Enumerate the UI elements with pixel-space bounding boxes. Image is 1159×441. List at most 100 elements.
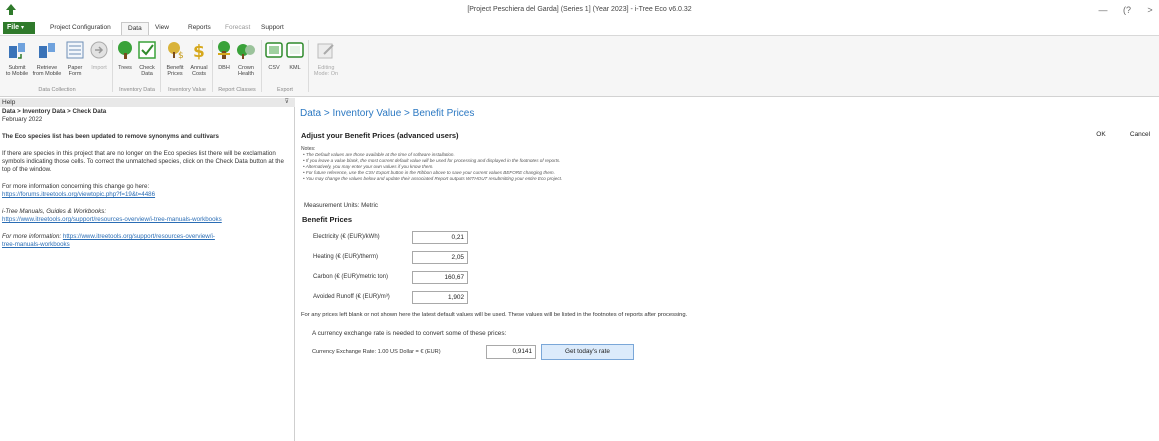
- paper-form-icon: [66, 41, 84, 59]
- benefit-prices-icon: $: [168, 42, 184, 61]
- help-path: Data > Inventory Data > Check Data: [2, 108, 107, 115]
- help-pane: Help ⊽ Data > Inventory Data > Check Dat…: [0, 98, 295, 441]
- carbon-label: Carbon (€ (EUR)/metric ton): [313, 274, 389, 280]
- check-icon: [138, 41, 156, 59]
- help-date: February 2022: [2, 116, 43, 123]
- cancel-button[interactable]: Cancel: [1123, 128, 1157, 141]
- more-info-row: For more information: https://www.itreet…: [2, 233, 292, 241]
- dbh-button[interactable]: DBH: [214, 40, 234, 71]
- editing-icon: [317, 43, 334, 59]
- electricity-label: Electricity (€ (EUR)/kWh): [313, 234, 380, 240]
- tab-reports[interactable]: Reports: [182, 22, 217, 35]
- csv-button[interactable]: CSV: [264, 40, 284, 71]
- ribbon-expand-icon[interactable]: >: [1143, 5, 1157, 15]
- tab-support[interactable]: Support: [255, 22, 290, 35]
- dbh-icon: [218, 41, 230, 59]
- tab-data[interactable]: Data: [121, 22, 149, 36]
- default-values-note: For any prices left blank or not shown h…: [301, 312, 688, 318]
- help-header: Help ⊽: [0, 98, 295, 107]
- benefit-prices-panel: Data > Inventory Value > Benefit Prices …: [298, 98, 1159, 441]
- ribbon-label: from Mobile: [32, 71, 62, 77]
- kml-button[interactable]: KML: [285, 40, 305, 71]
- benefit-prices-button[interactable]: $ Benefit Prices: [163, 40, 187, 78]
- ribbon-label: KML: [289, 64, 301, 71]
- forum-link[interactable]: https://forums.itreetools.org/viewtopic.…: [2, 191, 292, 199]
- pin-icon[interactable]: ⊽: [285, 98, 289, 107]
- csv-icon: [265, 42, 283, 58]
- ribbon-divider: [261, 40, 262, 92]
- more-info-link[interactable]: https://www.itreetools.org/support/resou…: [63, 233, 215, 240]
- heating-label: Heating (€ (EUR)/therm): [313, 254, 379, 260]
- download-icon: [39, 43, 55, 58]
- kml-icon: [286, 42, 304, 58]
- carbon-price-input[interactable]: 160,67: [412, 271, 468, 284]
- ribbon-divider: [308, 40, 309, 92]
- heating-price-input[interactable]: 2,05: [412, 251, 468, 264]
- ribbon-divider: [212, 40, 213, 92]
- crown-health-button[interactable]: Crown Health: [235, 40, 257, 78]
- electricity-price-input[interactable]: 0,21: [412, 231, 468, 244]
- help-icon[interactable]: (?: [1120, 5, 1134, 15]
- svg-text:$: $: [193, 42, 205, 60]
- notes-list: • The Default values are those available…: [303, 152, 562, 182]
- ribbon-label: Mode: On: [313, 71, 339, 77]
- group-label: Inventory Data: [119, 87, 155, 93]
- tab-view[interactable]: View: [149, 22, 175, 35]
- ribbon-label: Form: [68, 71, 82, 77]
- check-data-button[interactable]: Check Data: [136, 40, 158, 78]
- breadcrumb: Data > Inventory Value > Benefit Prices: [300, 108, 475, 119]
- ribbon-label: Import: [91, 64, 107, 71]
- exchange-rate-label: Currency Exchange Rate: 1.00 US Dollar =…: [312, 349, 441, 355]
- editing-mode-button[interactable]: Editing Mode: On: [311, 40, 341, 78]
- help-heading: The Eco species list has been updated to…: [2, 133, 219, 140]
- file-menu-label: File: [7, 24, 20, 31]
- more-info-label: For more information:: [2, 233, 62, 240]
- retrieve-from-mobile-button[interactable]: Retrieve from Mobile: [32, 40, 62, 78]
- chevron-down-icon: ▾: [21, 25, 25, 31]
- upload-icon: [9, 43, 25, 59]
- note-item: • You may change the values below and up…: [303, 176, 563, 182]
- svg-text:$: $: [178, 51, 184, 60]
- currency-note: A currency exchange rate is needed to co…: [312, 330, 507, 337]
- paper-form-button[interactable]: Paper Form: [64, 40, 86, 78]
- ribbon-label: Prices: [167, 71, 183, 77]
- avoided-runoff-price-input[interactable]: 1,902: [412, 291, 468, 304]
- ribbon-label: Health: [238, 71, 254, 77]
- menu-tab-bar: File ▾ Project Configuration Data View R…: [0, 21, 1159, 36]
- manuals-link[interactable]: https://www.itreetools.org/support/resou…: [2, 216, 292, 224]
- ribbon-label: DBH: [218, 64, 230, 71]
- window-title: [Project Peschiera del Garda] (Series 1]…: [467, 6, 692, 13]
- ribbon-label: Costs: [191, 71, 207, 77]
- submit-to-mobile-button[interactable]: Submit to Mobile: [4, 40, 30, 78]
- group-label: Export: [277, 87, 293, 93]
- minimize-button[interactable]: —: [1096, 5, 1110, 15]
- import-button[interactable]: Import: [88, 40, 110, 71]
- crown-health-icon: [237, 44, 255, 59]
- group-label: Inventory Value: [168, 87, 206, 93]
- ribbon-divider: [160, 40, 161, 92]
- annual-costs-button[interactable]: $ Annual Costs: [188, 40, 210, 78]
- get-todays-rate-button[interactable]: Get today's rate: [541, 344, 634, 360]
- dollar-icon: $: [193, 42, 205, 62]
- benefit-prices-heading: Benefit Prices: [302, 215, 353, 224]
- ribbon-label: to Mobile: [5, 71, 29, 77]
- ribbon-label: CSV: [268, 64, 280, 71]
- ribbon-divider: [112, 40, 113, 92]
- ribbon-label: Data: [141, 71, 153, 77]
- help-more-info-label: For more information concerning this cha…: [2, 183, 150, 190]
- tab-forecast[interactable]: Forecast: [219, 22, 256, 35]
- section-title: Adjust your Benefit Prices (advanced use…: [301, 131, 459, 140]
- trees-button[interactable]: Trees: [115, 40, 135, 71]
- group-label: Report Classes: [218, 87, 256, 93]
- title-bar: [Project Peschiera del Garda] (Series 1]…: [0, 0, 1159, 21]
- tree-icon: [118, 41, 132, 59]
- more-info-link-continued[interactable]: tree-manuals-workbooks: [2, 241, 292, 249]
- group-label: Data Collection: [38, 87, 76, 93]
- import-icon: [90, 41, 108, 59]
- tab-project-configuration[interactable]: Project Configuration: [44, 22, 117, 35]
- measurement-units: Measurement Units: Metric: [304, 202, 378, 209]
- help-header-label: Help: [2, 99, 16, 106]
- file-menu[interactable]: File ▾: [3, 22, 35, 34]
- ok-button[interactable]: OK: [1088, 128, 1114, 141]
- exchange-rate-input[interactable]: 0,9141: [486, 345, 536, 359]
